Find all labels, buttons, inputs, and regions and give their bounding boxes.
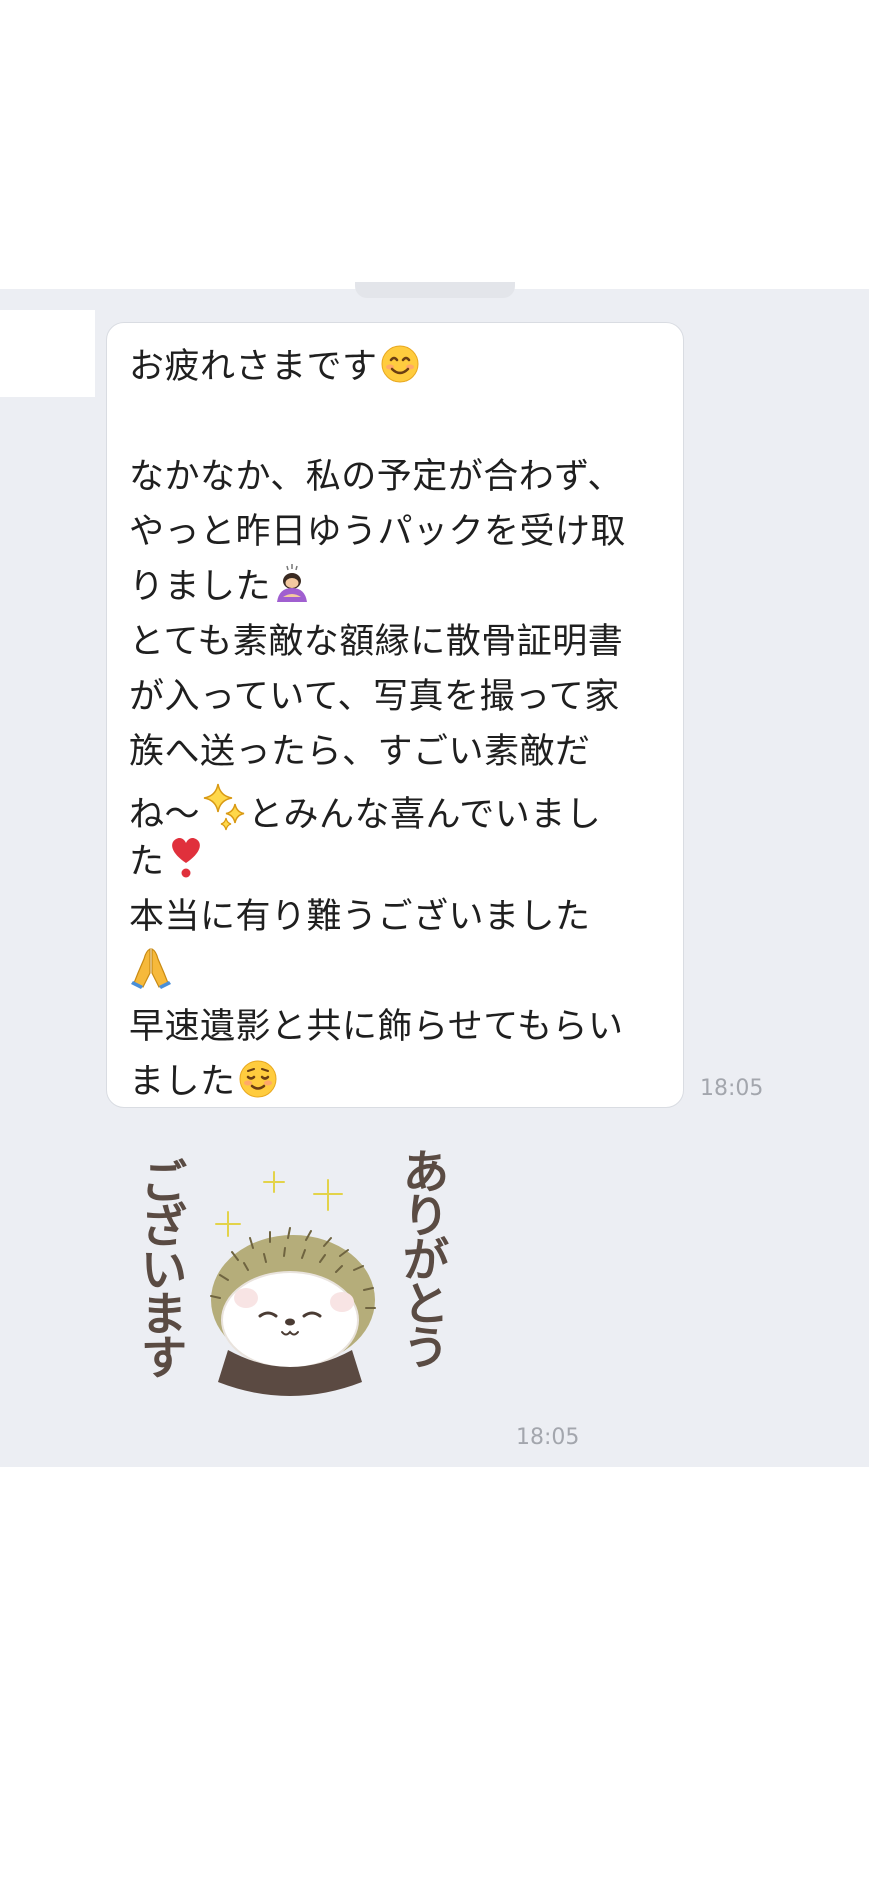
message-timestamp: 18:05 (700, 1076, 764, 1101)
relieved-face-emoji (238, 1059, 278, 1099)
person-bowing-emoji (273, 564, 311, 604)
message-line: ね〜 とみんな喜んでいまし (129, 780, 669, 835)
date-divider (355, 282, 515, 298)
message-line: 本当に有り難うございました (129, 897, 591, 937)
message-line (129, 945, 669, 1000)
message-line: が入っていて、写真を撮って家 (129, 677, 620, 717)
message-line: ました (129, 1055, 669, 1110)
sticker-timestamp: 18:05 (516, 1425, 580, 1450)
message-line: お疲れさまです (129, 340, 669, 395)
message-text: お疲れさまです なかなか、私の予定が合わず、 やっと昨日ゆうパックを受け取 りま… (129, 340, 669, 1110)
hedgehog-sticker[interactable]: ご ざ い ま す あ り が と う (128, 1145, 488, 1450)
sticker-text-left: ご ざ い ま す (141, 1155, 187, 1385)
avatar[interactable] (0, 310, 95, 397)
message-line: なかなか、私の予定が合わず、 (129, 457, 623, 497)
message-line: やっと昨日ゆうパックを受け取 (129, 512, 627, 552)
folded-hands-emoji (131, 945, 171, 989)
heavy-heart-exclamation-emoji (167, 835, 205, 879)
sparkles-emoji (202, 780, 248, 832)
message-bubble[interactable]: お疲れさまです なかなか、私の予定が合わず、 やっと昨日ゆうパックを受け取 りま… (106, 322, 684, 1108)
message-line: た (129, 835, 669, 890)
message-line: 早速遺影と共に飾らせてもらい (129, 1007, 624, 1047)
message-line: りました (129, 560, 669, 615)
smiling-face-emoji (380, 344, 420, 384)
message-line: 族へ送ったら、すごい素敵だ (129, 732, 591, 772)
message-line (129, 395, 669, 450)
message-line: とても素敵な額縁に散骨証明書 (129, 622, 624, 662)
sticker-text-right: あ り が と う (403, 1145, 449, 1375)
